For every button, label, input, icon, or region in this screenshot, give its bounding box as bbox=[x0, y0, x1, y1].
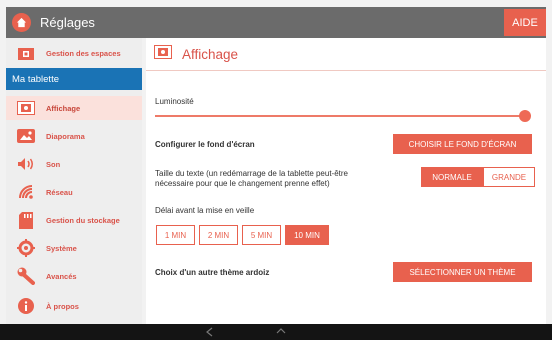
text-size-large-option[interactable]: GRANDE bbox=[483, 167, 535, 187]
panel-title: Affichage bbox=[182, 46, 239, 62]
sidebar-item-gestion-espaces[interactable]: Gestion des espaces bbox=[6, 41, 142, 65]
sidebar-item-systeme[interactable]: Système bbox=[6, 236, 142, 260]
home-nav-icon[interactable] bbox=[276, 327, 286, 337]
display-icon bbox=[154, 44, 172, 64]
top-bar: Réglages AIDE bbox=[6, 7, 546, 38]
sidebar-item-label: À propos bbox=[46, 301, 79, 311]
text-size-label-line1: Taille du texte (un redémarrage de la ta… bbox=[155, 169, 349, 178]
sidebar-item-affichage[interactable]: Affichage bbox=[6, 96, 142, 120]
section-heading-ma-tablette: Ma tablette bbox=[6, 68, 142, 90]
storage-icon bbox=[14, 211, 38, 229]
sidebar-item-label: Affichage bbox=[46, 103, 81, 113]
panel-header: Affichage bbox=[146, 38, 546, 71]
slideshow-icon bbox=[14, 129, 38, 143]
choose-wallpaper-button[interactable]: CHOISIR LE FOND D'ÉCRAN bbox=[393, 134, 532, 154]
app-title: Réglages bbox=[40, 15, 95, 30]
brightness-slider-thumb[interactable] bbox=[519, 110, 531, 122]
brightness-label: Luminosité bbox=[155, 97, 194, 106]
brightness-slider-track[interactable] bbox=[155, 115, 529, 117]
sidebar-item-diaporama[interactable]: Diaporama bbox=[6, 124, 142, 148]
sidebar: Gestion des espaces Ma tablette Affichag… bbox=[6, 38, 142, 324]
sleep-2min-option[interactable]: 2 MIN bbox=[199, 225, 238, 245]
theme-label: Choix d'un autre thème ardoiz bbox=[155, 268, 270, 277]
sidebar-item-label: Gestion des espaces bbox=[46, 48, 121, 58]
sidebar-item-son[interactable]: Son bbox=[6, 152, 142, 176]
sidebar-item-label: Réseau bbox=[46, 187, 73, 197]
sleep-delay-label: Délai avant la mise en veille bbox=[155, 206, 255, 215]
text-size-label-line2: nécessaire pour que le changement prenne… bbox=[155, 179, 330, 188]
wifi-icon bbox=[14, 184, 38, 200]
sidebar-item-reseau[interactable]: Réseau bbox=[6, 180, 142, 204]
sidebar-item-label: Son bbox=[46, 159, 61, 169]
sleep-5min-option[interactable]: 5 MIN bbox=[242, 225, 281, 245]
gear-icon bbox=[14, 239, 38, 257]
home-icon bbox=[16, 17, 27, 28]
folder-icon bbox=[14, 46, 38, 60]
sleep-10min-option[interactable]: 10 MIN bbox=[285, 225, 329, 245]
sleep-1min-option[interactable]: 1 MIN bbox=[156, 225, 195, 245]
sidebar-item-a-propos[interactable]: À propos bbox=[6, 294, 142, 318]
text-size-normal-option[interactable]: NORMALE bbox=[421, 167, 483, 187]
sidebar-item-label: Diaporama bbox=[46, 131, 85, 141]
home-button[interactable] bbox=[12, 13, 31, 32]
info-icon bbox=[14, 298, 38, 314]
sidebar-item-label: Avancés bbox=[46, 271, 77, 281]
wrench-icon bbox=[14, 267, 38, 285]
sidebar-item-avances[interactable]: Avancés bbox=[6, 264, 142, 288]
sidebar-item-label: Système bbox=[46, 243, 77, 253]
help-button[interactable]: AIDE bbox=[504, 9, 546, 36]
sidebar-item-label: Gestion du stockage bbox=[46, 215, 120, 225]
select-theme-button[interactable]: SÉLECTIONNER UN THÈME bbox=[393, 262, 532, 282]
settings-panel: Affichage Luminosité Configurer le fond … bbox=[146, 38, 546, 324]
wallpaper-label: Configurer le fond d'écran bbox=[155, 140, 255, 149]
display-icon bbox=[14, 101, 38, 115]
sidebar-item-gestion-stockage[interactable]: Gestion du stockage bbox=[6, 208, 142, 232]
system-navigation-bar bbox=[0, 324, 552, 340]
speaker-icon bbox=[14, 157, 38, 171]
back-icon[interactable] bbox=[205, 327, 215, 337]
